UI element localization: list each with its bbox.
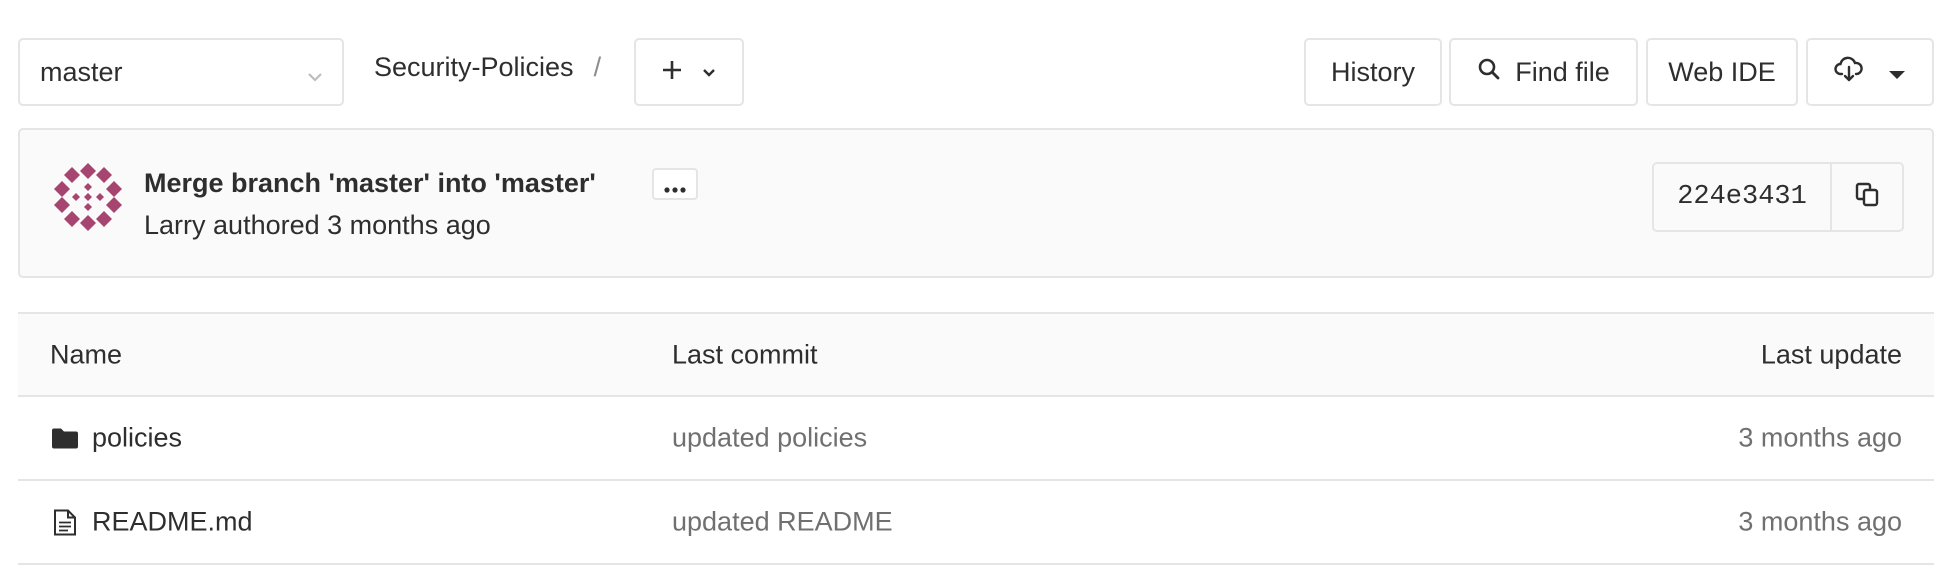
history-button-label: History [1330,56,1415,87]
commit-sha[interactable]: 224e3431 [1654,164,1830,230]
repo-toolbar: master Security-Policies / History Find f… [18,38,1934,106]
caret-down-icon [1888,57,1906,88]
commit-author-line: Larry authored 3 months ago [144,210,491,241]
commit-sha-group: 224e3431 [1652,162,1904,232]
cloud-download-icon [1834,56,1864,89]
column-header-last-commit: Last commit [672,339,818,369]
copy-sha-button[interactable] [1830,164,1902,230]
find-file-label: Find file [1515,56,1610,87]
add-dropdown-button[interactable] [634,38,744,106]
history-button[interactable]: History [1304,38,1442,106]
find-file-button[interactable]: Find file [1449,38,1638,106]
last-commit-panel: Merge branch 'master' into 'master' Larr… [18,128,1934,278]
download-dropdown-button[interactable] [1806,38,1934,106]
folder-icon [50,427,80,449]
table-row[interactable]: policies updated policies 3 months ago [18,397,1934,481]
branch-select-value: master [40,56,123,87]
chevron-down-icon [701,57,717,88]
last-commit-message[interactable]: updated README [672,507,893,538]
table-row[interactable]: README.md updated README 3 months ago [18,481,1934,565]
last-commit-message[interactable]: updated policies [672,423,867,454]
chevron-down-icon [306,62,324,93]
last-update-time: 3 months ago [1738,506,1902,537]
breadcrumb-separator: / [593,52,602,82]
last-update-time: 3 months ago [1738,422,1902,453]
branch-select[interactable]: master [18,38,344,106]
breadcrumb-project[interactable]: Security-Policies [374,52,574,82]
table-header: Name Last commit Last update [18,312,1934,397]
web-ide-label: Web IDE [1668,56,1776,87]
file-name-link[interactable]: README.md [92,507,253,538]
file-name-link[interactable]: policies [92,423,182,454]
file-tree-table: Name Last commit Last update policies up… [18,312,1934,565]
commit-time: 3 months ago [327,210,491,240]
copy-icon [1854,181,1880,214]
avatar[interactable] [54,163,122,231]
commit-details-toggle-button[interactable] [652,168,698,200]
file-name-cell: README.md [50,507,253,538]
column-header-last-update: Last update [1760,339,1902,369]
commit-author[interactable]: Larry [144,210,206,240]
web-ide-button[interactable]: Web IDE [1646,38,1798,106]
commit-title[interactable]: Merge branch 'master' into 'master' [144,168,596,199]
commit-authored-text: authored [213,210,320,240]
file-name-cell: policies [50,423,182,454]
search-icon [1477,57,1501,88]
breadcrumb: Security-Policies / [374,52,601,83]
ellipsis-icon [664,169,686,200]
plus-icon [661,57,683,88]
file-icon [50,508,80,536]
column-header-name: Name [50,339,123,369]
